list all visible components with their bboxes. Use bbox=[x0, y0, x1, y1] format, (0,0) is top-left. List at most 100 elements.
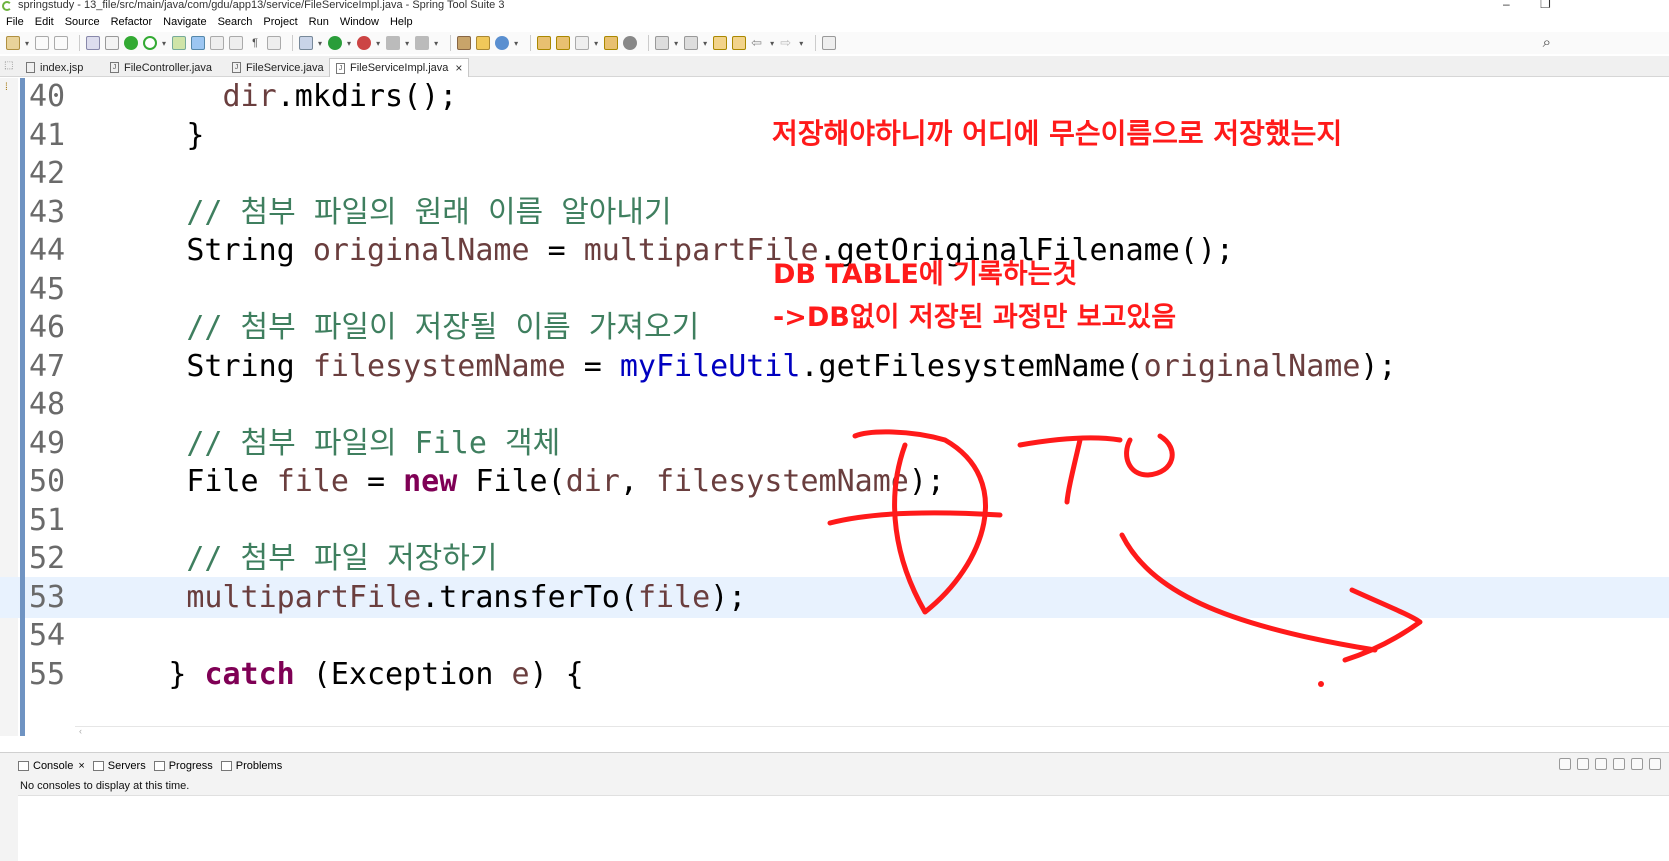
code-line[interactable]: 42 bbox=[0, 153, 1669, 194]
menu-refactor[interactable]: Refactor bbox=[111, 16, 153, 28]
panel-tab-console[interactable]: Console × bbox=[18, 760, 85, 772]
code-line[interactable]: 54 bbox=[0, 615, 1669, 656]
display-console-icon[interactable] bbox=[1577, 758, 1589, 770]
mark-occurrences-icon[interactable] bbox=[191, 36, 206, 50]
external-dropdown-icon[interactable]: ▾ bbox=[376, 39, 380, 48]
spring-boot-dashboard-icon[interactable] bbox=[124, 36, 139, 50]
run-external-icon[interactable] bbox=[357, 36, 372, 50]
run-icon[interactable] bbox=[328, 36, 343, 50]
stop-icon[interactable] bbox=[386, 36, 401, 50]
last-edit-icon[interactable] bbox=[713, 36, 728, 50]
menu-file[interactable]: File bbox=[6, 16, 24, 28]
code-line[interactable]: 50 File file = new File(dir, filesystemN… bbox=[0, 461, 1669, 502]
terminal-icon[interactable] bbox=[86, 36, 101, 50]
debug-icon[interactable] bbox=[299, 36, 314, 50]
panel-tab-servers[interactable]: Servers bbox=[92, 760, 146, 772]
toolbar-separator bbox=[530, 35, 532, 51]
back-icon[interactable]: ⇦ bbox=[751, 36, 765, 50]
stop-dropdown-icon[interactable]: ▾ bbox=[405, 39, 409, 48]
next-annotation-icon[interactable] bbox=[655, 36, 670, 50]
code-line[interactable]: 48 bbox=[0, 384, 1669, 425]
code-line[interactable]: 43 // 첨부 파일의 원래 이름 알아내기 bbox=[0, 192, 1669, 233]
last-edit-forward-icon[interactable] bbox=[732, 36, 747, 50]
code-line[interactable]: 55 } catch (Exception e) { bbox=[0, 654, 1669, 695]
tab-file-controller[interactable]: J FileController.java bbox=[104, 58, 218, 77]
open-folder-icon[interactable] bbox=[604, 36, 619, 50]
save-all-icon[interactable] bbox=[54, 36, 69, 50]
open-task-icon[interactable] bbox=[556, 36, 571, 50]
spring-icon[interactable] bbox=[172, 36, 187, 50]
code-line[interactable]: 51 bbox=[0, 500, 1669, 541]
debug-dropdown-icon[interactable]: ▾ bbox=[318, 39, 322, 48]
panel-tab-problems[interactable]: Problems bbox=[220, 760, 282, 772]
menu-project[interactable]: Project bbox=[263, 16, 297, 28]
spring-tool-suite-icon bbox=[2, 1, 12, 11]
open-type-icon[interactable] bbox=[537, 36, 552, 50]
search-icon[interactable]: ⌕ bbox=[1543, 34, 1551, 51]
new-dropdown-icon[interactable]: ▾ bbox=[25, 39, 29, 48]
code-line[interactable]: 52 // 첨부 파일 저장하기 bbox=[0, 538, 1669, 579]
restore-button[interactable]: ❐ bbox=[1540, 0, 1551, 11]
forward-icon[interactable]: ⇨ bbox=[780, 36, 794, 50]
search-dropdown-icon[interactable]: ▾ bbox=[594, 39, 598, 48]
open-console-icon[interactable] bbox=[1595, 758, 1607, 770]
new-class-dropdown-icon[interactable]: ▾ bbox=[514, 39, 518, 48]
code-line[interactable]: 47 String filesystemName = myFileUtil.ge… bbox=[0, 346, 1669, 387]
tab-file-service[interactable]: J FileService.java bbox=[226, 58, 330, 77]
menu-source[interactable]: Source bbox=[65, 16, 100, 28]
next-annotation-dropdown-icon[interactable]: ▾ bbox=[674, 39, 678, 48]
show-whitespace-icon[interactable]: ¶ bbox=[248, 36, 262, 50]
horizontal-scrollbar[interactable]: ‹ bbox=[75, 726, 1669, 736]
pin-console-icon[interactable] bbox=[1559, 758, 1571, 770]
settings-icon[interactable] bbox=[1649, 758, 1661, 770]
run-dropdown-icon[interactable]: ▾ bbox=[347, 39, 351, 48]
search-tool-icon[interactable] bbox=[575, 36, 590, 50]
code-token: File bbox=[186, 464, 277, 499]
menu-edit[interactable]: Edit bbox=[35, 16, 54, 28]
menu-search[interactable]: Search bbox=[218, 16, 253, 28]
menu-help[interactable]: Help bbox=[390, 16, 413, 28]
title-bar: springstudy - 13_file/src/main/java/com/… bbox=[0, 0, 1669, 12]
copy-icon[interactable] bbox=[1613, 758, 1625, 770]
code-line[interactable]: 49 // 첨부 파일의 File 객체 bbox=[0, 423, 1669, 464]
skip-breakpoints-icon[interactable] bbox=[105, 36, 120, 50]
code-token: dir bbox=[565, 464, 620, 499]
word-wrap-icon[interactable] bbox=[229, 36, 244, 50]
new-package-icon[interactable] bbox=[476, 36, 491, 50]
code-token: String bbox=[186, 233, 313, 268]
line-number: 53 bbox=[29, 579, 66, 615]
minimize-button[interactable]: – bbox=[1503, 0, 1510, 11]
tab-file-service-impl[interactable]: J FileServiceImpl.java × bbox=[329, 58, 470, 77]
toggle-breadcrumb-icon[interactable] bbox=[267, 36, 282, 50]
menu-navigate[interactable]: Navigate bbox=[163, 16, 206, 28]
scroll-lock-icon[interactable] bbox=[1631, 758, 1643, 770]
code-line[interactable]: 53 multipartFile.transferTo(file); bbox=[0, 576, 1669, 618]
new-java-project-icon[interactable] bbox=[457, 36, 472, 50]
globe-icon[interactable] bbox=[623, 36, 638, 50]
code-token: } bbox=[168, 656, 205, 692]
tab-index-jsp[interactable]: index.jsp bbox=[20, 58, 89, 77]
block-selection-icon[interactable] bbox=[210, 36, 225, 50]
new-icon[interactable] bbox=[6, 36, 20, 50]
prev-annotation-icon[interactable] bbox=[684, 36, 699, 50]
refresh-boot-icon[interactable] bbox=[143, 36, 158, 50]
new-class-icon[interactable] bbox=[495, 36, 510, 50]
menu-window[interactable]: Window bbox=[340, 16, 379, 28]
prev-annotation-dropdown-icon[interactable]: ▾ bbox=[703, 39, 707, 48]
close-icon[interactable]: × bbox=[455, 61, 462, 75]
menu-run[interactable]: Run bbox=[309, 16, 329, 28]
restore-icon[interactable]: ⬚ bbox=[4, 60, 13, 71]
server-icon[interactable] bbox=[415, 36, 430, 50]
code-token: catch bbox=[204, 656, 295, 692]
forward-dropdown-icon[interactable]: ▾ bbox=[799, 39, 803, 48]
save-icon[interactable] bbox=[35, 36, 50, 50]
back-dropdown-icon[interactable]: ▾ bbox=[770, 39, 774, 48]
boot-dropdown-icon[interactable]: ▾ bbox=[162, 39, 166, 48]
server-dropdown-icon[interactable]: ▾ bbox=[434, 39, 438, 48]
pin-editor-icon[interactable] bbox=[822, 36, 837, 50]
panel-tab-progress[interactable]: Progress bbox=[153, 760, 213, 772]
code-token: filesystemName bbox=[656, 464, 909, 499]
close-icon[interactable]: × bbox=[78, 760, 84, 772]
code-editor[interactable]: ⁞ 40 dir.mkdirs(); 41 } 42 43 // 첨부 파일의 원래 … bbox=[0, 78, 1669, 736]
